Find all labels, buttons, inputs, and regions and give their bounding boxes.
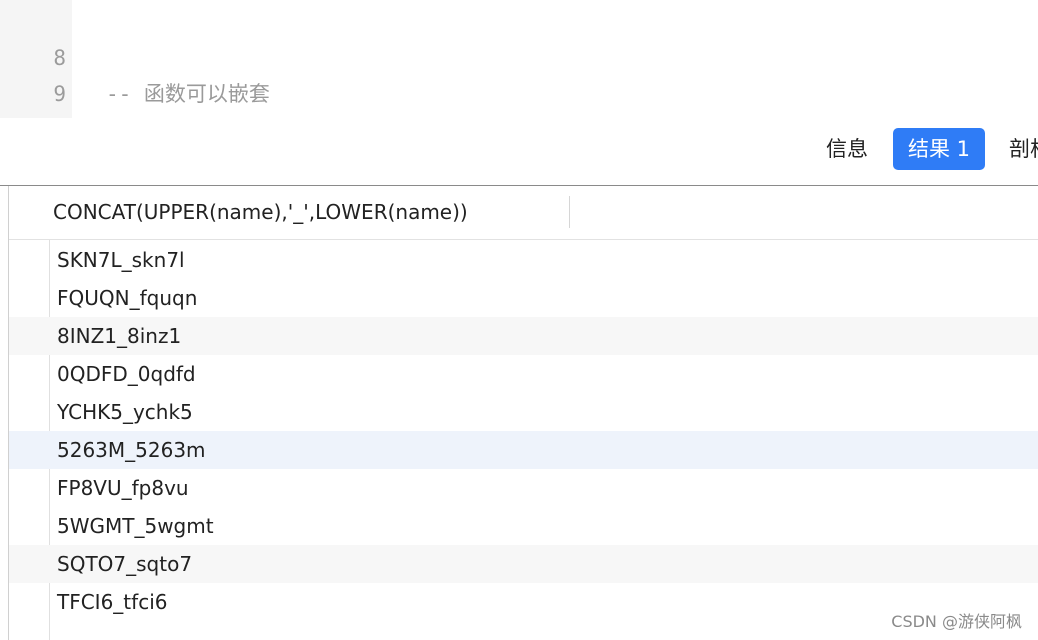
table-cell[interactable]: 0QDFD_0qdfd	[57, 355, 196, 393]
result-tabs-bar: 信息 结果 1 剖析	[0, 118, 1038, 186]
code-line-10[interactable]: 10	[0, 76, 1038, 142]
tab-profile[interactable]: 剖析	[995, 128, 1038, 170]
table-row[interactable]: YCHK5_ychk5	[9, 393, 1038, 431]
table-cell[interactable]: 5WGMT_5wgmt	[57, 507, 214, 545]
table-row[interactable]: SQTO7_sqto7	[9, 545, 1038, 583]
table-cell[interactable]: 8INZ1_8inz1	[57, 317, 181, 355]
tab-result-1[interactable]: 结果 1	[893, 128, 985, 170]
table-cell[interactable]: SKN7L_skn7l	[57, 241, 185, 279]
column-resize-handle[interactable]	[569, 196, 570, 228]
sql-editor[interactable]: 8 -- 函数可以嵌套 9 select CONCAT(UPPER(name),…	[0, 0, 1038, 142]
result-grid[interactable]: CONCAT(UPPER(name),'_',LOWER(name)) SKN7…	[8, 186, 1038, 640]
grid-rows: SKN7L_skn7l FQUQN_fquqn 8INZ1_8inz1 0QDFD_0…	[9, 241, 1038, 621]
table-cell[interactable]: TFCI6_tfci6	[57, 583, 167, 621]
table-row[interactable]: 0QDFD_0qdfd	[9, 355, 1038, 393]
app-window: 8 -- 函数可以嵌套 9 select CONCAT(UPPER(name),…	[0, 0, 1038, 640]
table-cell[interactable]: 5263M_5263m	[57, 431, 206, 469]
table-row[interactable]: FP8VU_fp8vu	[9, 469, 1038, 507]
table-cell[interactable]: FP8VU_fp8vu	[57, 469, 189, 507]
code-line-9[interactable]: 9 select CONCAT(UPPER(name),'_',LOWER(na…	[0, 40, 1038, 142]
grid-header: CONCAT(UPPER(name),'_',LOWER(name))	[9, 186, 1038, 240]
table-row[interactable]: TFCI6_tfci6	[9, 583, 1038, 621]
column-header[interactable]: CONCAT(UPPER(name),'_',LOWER(name))	[53, 186, 468, 239]
table-row[interactable]: 5WGMT_5wgmt	[9, 507, 1038, 545]
watermark: CSDN @游侠阿枫	[891, 612, 1022, 631]
table-cell[interactable]: FQUQN_fquqn	[57, 279, 197, 317]
table-row[interactable]: 8INZ1_8inz1	[9, 317, 1038, 355]
table-cell[interactable]: SQTO7_sqto7	[57, 545, 192, 583]
table-row[interactable]: SKN7L_skn7l	[9, 241, 1038, 279]
code-line-8[interactable]: 8 -- 函数可以嵌套	[0, 4, 1038, 106]
tab-info[interactable]: 信息	[812, 128, 882, 170]
table-row[interactable]: FQUQN_fquqn	[9, 279, 1038, 317]
table-cell[interactable]: YCHK5_ychk5	[57, 393, 193, 431]
table-row[interactable]: 5263M_5263m	[9, 431, 1038, 469]
